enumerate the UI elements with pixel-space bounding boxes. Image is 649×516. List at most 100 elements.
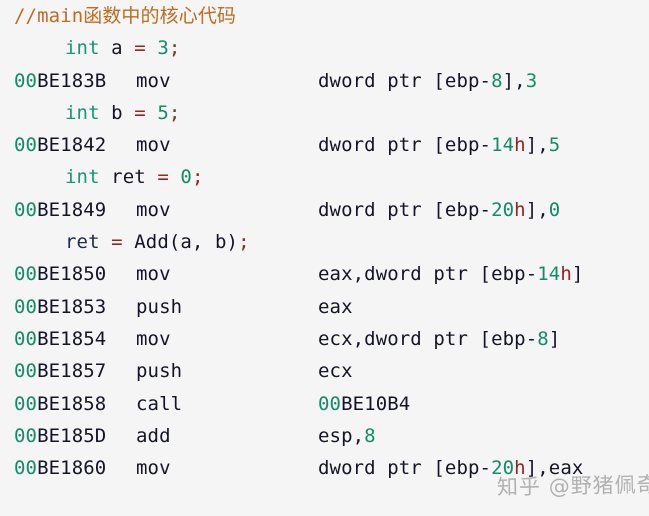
address-body: BE185D [37, 424, 107, 447]
assembly-line[interactable]: 00BE1854 mov ecx,dword ptr [ebp-8] [0, 323, 649, 355]
operand-token: esp, [318, 424, 365, 447]
operand-token: dword ptr [ebp- [318, 198, 492, 221]
operand-token: ],eax [525, 457, 584, 480]
address-prefix: 00 [14, 198, 38, 221]
instruction-address[interactable]: 00BE1849 [14, 194, 136, 226]
assembly-line[interactable]: 00BE185D add esp,8 [0, 420, 649, 452]
type-keyword: int [65, 101, 100, 124]
address-prefix: 00 [14, 134, 38, 157]
assembly-line[interactable]: 00BE1850 mov eax,dword ptr [ebp-14h] [0, 258, 649, 290]
source-line[interactable]: int ret = 0; [0, 161, 649, 193]
operand-token: h [514, 134, 526, 157]
instruction-mnemonic: mov [136, 258, 318, 290]
instruction-operands: eax,dword ptr [ebp-14h] [318, 263, 583, 285]
mnemonic-text: call [136, 392, 183, 415]
assembly-line[interactable]: 00BE183B mov dword ptr [ebp-8],3 [0, 65, 649, 97]
instruction-address[interactable]: 00BE1854 [14, 323, 136, 355]
instruction-mnemonic: mov [136, 65, 318, 97]
operand-token: ], [502, 69, 526, 92]
instruction-operands: ecx [318, 360, 353, 382]
operand-token: 14 [491, 134, 515, 157]
instruction-operands: esp,8 [318, 425, 376, 447]
statement-terminator: ; [191, 166, 204, 189]
operand-token: 20 [491, 457, 515, 480]
statement-terminator: ; [168, 101, 181, 124]
operand-token: 8 [537, 327, 549, 350]
operand-token: h [560, 263, 572, 286]
assign-operator: = [134, 101, 146, 124]
operand-token: 8 [364, 424, 376, 447]
function-call: Add(a, b) [122, 231, 239, 254]
mnemonic-text: mov [136, 327, 171, 350]
source-line[interactable]: int a = 3; [0, 32, 649, 64]
address-prefix: 00 [14, 392, 38, 415]
mnemonic-text: mov [136, 134, 171, 157]
operand-token: 5 [548, 134, 561, 157]
assign-operator: = [157, 166, 169, 189]
assembly-line[interactable]: 00BE1858 call 00 BE10B4 [0, 388, 649, 420]
disassembly-code-view[interactable]: //main函数中的核心代码 int a = 3; 00BE183B mov dword… [0, 0, 649, 516]
source-line[interactable]: ret = Add(a, b); [0, 226, 649, 258]
literal-value: 3 [145, 37, 169, 60]
literal-value: 5 [145, 101, 169, 124]
operand-token: dword ptr [ebp- [318, 69, 492, 92]
address-body: BE1854 [37, 327, 107, 350]
instruction-address[interactable]: 00BE1860 [14, 452, 136, 484]
operand-token: BE10B4 [341, 392, 411, 415]
instruction-mnemonic: push [136, 291, 318, 323]
address-prefix: 00 [14, 69, 38, 92]
instruction-operands: dword ptr [ebp-20h],0 [318, 199, 560, 221]
operand-token: dword ptr [ebp- [318, 457, 492, 480]
instruction-operands: dword ptr [ebp-14h],5 [318, 134, 560, 156]
operand-token: 0 [548, 198, 561, 221]
operand-token: ecx,dword ptr [ebp- [318, 327, 538, 350]
source-line[interactable]: int b = 5; [0, 97, 649, 129]
address-prefix: 00 [14, 360, 38, 383]
source-comment: //main函数中的核心代码 [14, 5, 237, 27]
instruction-address[interactable]: 00BE1858 [14, 388, 136, 420]
address-prefix: 00 [14, 263, 38, 286]
assembly-line[interactable]: 00BE1842 mov dword ptr [ebp-14h],5 [0, 129, 649, 161]
literal-value: 0 [168, 166, 192, 189]
operand-token: ] [548, 327, 561, 350]
assembly-line[interactable]: 00BE1853 push eax [0, 291, 649, 323]
operand-token: eax,dword ptr [ebp- [318, 263, 538, 286]
variable-name: b [99, 101, 135, 124]
assembly-line[interactable]: 00BE1857 push ecx [0, 355, 649, 387]
instruction-mnemonic: mov [136, 194, 318, 226]
instruction-address[interactable]: 00BE185D [14, 420, 136, 452]
address-prefix: 00 [14, 457, 38, 480]
operand-token: h [514, 198, 526, 221]
assembly-line[interactable]: 00BE1860 mov dword ptr [ebp-20h],eax [0, 452, 649, 484]
instruction-address[interactable]: 00BE1857 [14, 355, 136, 387]
variable-name: a [99, 37, 135, 60]
address-body: BE1857 [37, 360, 107, 383]
type-keyword: int [65, 166, 100, 189]
operand-token: 14 [537, 263, 561, 286]
instruction-address[interactable]: 00BE1853 [14, 291, 136, 323]
address-body: BE1860 [37, 457, 107, 480]
address-prefix: 00 [14, 327, 38, 350]
instruction-address[interactable]: 00BE1850 [14, 258, 136, 290]
address-body: BE1849 [37, 198, 107, 221]
assign-operator: = [111, 231, 123, 254]
source-line[interactable]: //main函数中的核心代码 [0, 0, 649, 32]
instruction-address[interactable]: 00BE1842 [14, 129, 136, 161]
mnemonic-text: push [136, 360, 183, 383]
assembly-line[interactable]: 00BE1849 mov dword ptr [ebp-20h],0 [0, 194, 649, 226]
address-body: BE1853 [37, 295, 107, 318]
address-body: BE1842 [37, 134, 107, 157]
instruction-address[interactable]: 00BE183B [14, 65, 136, 97]
address-prefix: 00 [14, 295, 38, 318]
statement-terminator: ; [238, 231, 250, 254]
instruction-mnemonic: add [136, 420, 318, 452]
mnemonic-text: mov [136, 69, 171, 92]
address-body: BE183B [37, 69, 107, 92]
instruction-mnemonic: mov [136, 129, 318, 161]
operand-token: ], [525, 198, 549, 221]
instruction-mnemonic: mov [136, 323, 318, 355]
operand-token: ecx [318, 360, 353, 383]
instruction-mnemonic: push [136, 355, 318, 387]
address-body: BE1858 [37, 392, 107, 415]
mnemonic-text: mov [136, 457, 171, 480]
